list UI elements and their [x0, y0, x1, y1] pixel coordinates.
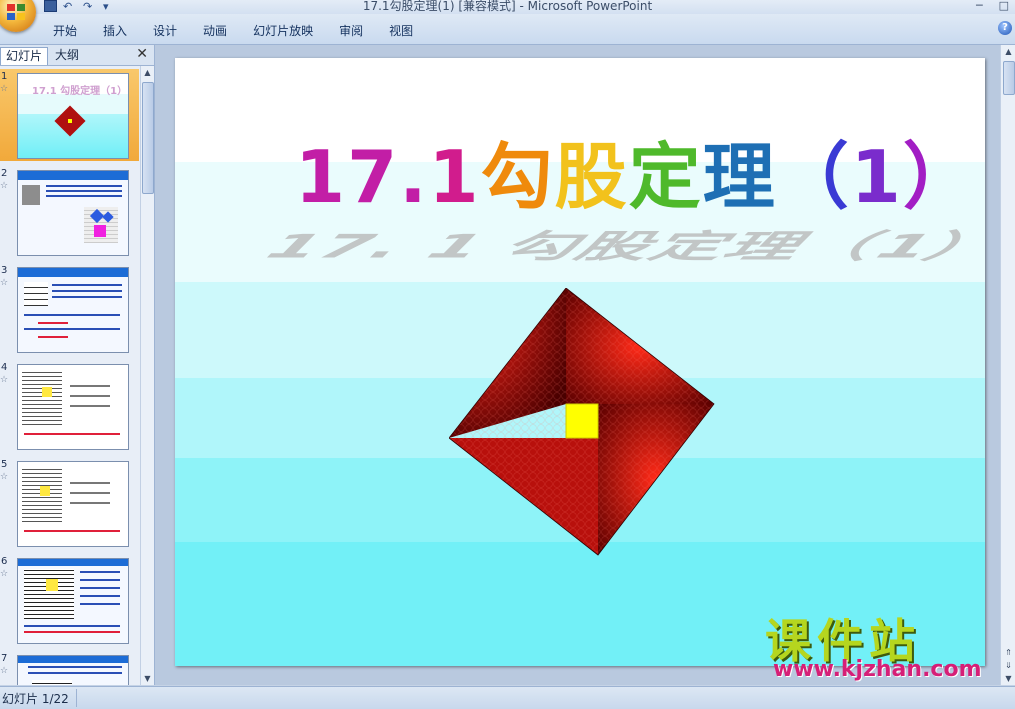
slide-number: 5 — [1, 459, 8, 470]
slide-thumbnail-row[interactable]: 7 ☆ — [0, 651, 139, 685]
tab-insert[interactable]: 插入 — [90, 20, 140, 41]
slide-number: 7 — [1, 653, 8, 664]
scroll-up-icon[interactable]: ▲ — [1001, 45, 1015, 58]
slide-number: 3 — [1, 265, 8, 276]
watermark-url: www.kjzhan.com — [773, 657, 982, 682]
slide-number: 4 — [1, 362, 8, 373]
slide-thumbnail-7[interactable] — [17, 655, 129, 685]
thumbnail-scrollbar[interactable]: ▲ ▼ — [140, 66, 154, 685]
slide-thumbnail-5[interactable] — [17, 461, 129, 547]
slide-editor: 17. 1 勾股定理（1） 17.1 勾股定理（1） — [155, 45, 1000, 685]
tab-slides[interactable]: 幻灯片 — [0, 47, 49, 65]
title-shadow: 17. 1 勾股定理（1） — [250, 227, 985, 266]
office-logo-icon — [7, 4, 25, 20]
title-part: 1 — [850, 135, 903, 219]
previous-slide-icon[interactable]: ⇑ — [1001, 646, 1015, 659]
panel-tabs: 幻灯片 大纲 ✕ — [0, 45, 154, 66]
scroll-thumb[interactable] — [1003, 61, 1015, 95]
minimize-icon[interactable]: ─ — [976, 0, 983, 11]
transition-star-icon: ☆ — [0, 375, 9, 385]
slide-thumbnail-1[interactable]: 17.1 勾股定理（1） — [17, 73, 129, 159]
transition-star-icon: ☆ — [0, 472, 9, 482]
thumbnail-list: 1 ☆ 17.1 勾股定理（1） 2 ☆ 3 ☆ 4 ☆ 5 ☆ 6 ☆ 7 ☆ — [0, 66, 139, 685]
tab-animations[interactable]: 动画 — [190, 20, 240, 41]
title-bar: ↶ ↷ ▾ 17.1勾股定理(1) [兼容模式] - Microsoft Pow… — [0, 0, 1015, 32]
title-part: 定 — [628, 135, 703, 219]
scroll-up-icon[interactable]: ▲ — [141, 66, 154, 79]
slide-thumbnail-6[interactable] — [17, 558, 129, 644]
maximize-icon[interactable]: □ — [999, 0, 1009, 11]
slides-panel: 幻灯片 大纲 ✕ 1 ☆ 17.1 勾股定理（1） 2 ☆ 3 ☆ 4 ☆ 5 … — [0, 45, 155, 685]
tab-slideshow[interactable]: 幻灯片放映 — [240, 20, 326, 41]
title-part: 股 — [554, 135, 629, 219]
transition-star-icon: ☆ — [0, 181, 9, 191]
title-part: 理 — [702, 135, 777, 219]
slide-scrollbar[interactable]: ▲ ⇑ ⇓ ▼ — [1000, 45, 1015, 685]
slide-thumbnail-2[interactable] — [17, 170, 129, 256]
transition-star-icon: ☆ — [0, 666, 9, 676]
slide-number: 1 — [1, 71, 8, 82]
transition-star-icon: ☆ — [0, 278, 9, 288]
pythagoras-diamond-figure[interactable] — [449, 288, 719, 558]
slide-thumbnail-row[interactable]: 4 ☆ — [0, 360, 139, 452]
slide-thumbnail-row[interactable]: 2 ☆ — [0, 166, 139, 258]
next-slide-icon[interactable]: ⇓ — [1001, 659, 1015, 672]
slide-number: 2 — [1, 168, 8, 179]
tab-design[interactable]: 设计 — [140, 20, 190, 41]
tab-outline[interactable]: 大纲 — [50, 47, 84, 64]
scroll-down-icon[interactable]: ▼ — [1001, 672, 1015, 685]
window-controls: ─ □ — [976, 0, 1009, 11]
slide-thumbnail-row[interactable]: 6 ☆ — [0, 554, 139, 646]
slide-title[interactable]: 17.1 勾股定理（1） — [295, 118, 977, 223]
tab-view[interactable]: 视图 — [376, 20, 426, 41]
title-part: （ — [776, 135, 851, 219]
title-part: ） — [902, 135, 977, 219]
slide-thumbnail-row[interactable]: 3 ☆ — [0, 263, 139, 355]
center-square — [565, 403, 599, 439]
status-bar: 幻灯片 1/22 — [0, 686, 1015, 709]
close-panel-icon[interactable]: ✕ — [136, 46, 148, 62]
title-part: 1 — [428, 135, 481, 219]
slide-canvas[interactable]: 17. 1 勾股定理（1） 17.1 勾股定理（1） — [175, 58, 985, 666]
transition-star-icon: ☆ — [0, 84, 9, 94]
slide-number: 6 — [1, 556, 8, 567]
watermark-logo: 课件站 www.kjzhan.com — [765, 605, 1000, 685]
ribbon-tabbar: 开始 插入 设计 动画 幻灯片放映 审阅 视图 ? — [0, 14, 1015, 45]
scroll-thumb[interactable] — [142, 82, 154, 194]
slide-thumbnail-row[interactable]: 1 ☆ 17.1 勾股定理（1） — [0, 69, 139, 161]
slide-thumbnail-3[interactable] — [17, 267, 129, 353]
status-divider — [76, 689, 77, 707]
title-part: 17. — [295, 135, 429, 219]
tab-home[interactable]: 开始 — [40, 20, 90, 41]
slide-thumbnail-row[interactable]: 5 ☆ — [0, 457, 139, 549]
slide-thumbnail-4[interactable] — [17, 364, 129, 450]
tab-review[interactable]: 审阅 — [326, 20, 376, 41]
transition-star-icon: ☆ — [0, 569, 9, 579]
window-title: 17.1勾股定理(1) [兼容模式] - Microsoft PowerPoin… — [362, 0, 653, 13]
help-icon[interactable]: ? — [998, 21, 1012, 35]
scroll-down-icon[interactable]: ▼ — [141, 672, 154, 685]
slide-count-status: 幻灯片 1/22 — [2, 692, 69, 706]
title-part: 勾 — [480, 135, 555, 219]
